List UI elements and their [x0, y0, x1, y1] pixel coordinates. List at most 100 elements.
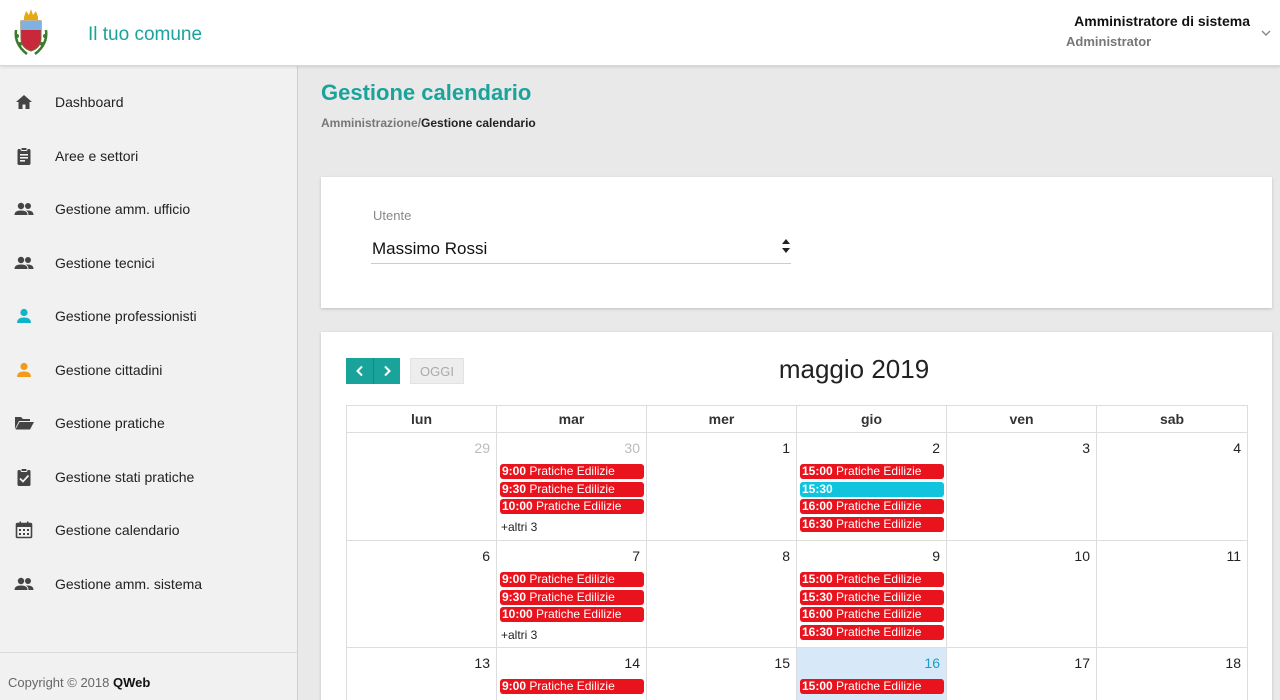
sidebar-footer: Copyright © 2018 QWeb — [0, 652, 297, 700]
day-number[interactable]: 18 — [1225, 655, 1241, 671]
calendar-event[interactable]: 15:00 Pratiche Edilizie — [800, 464, 944, 479]
calendar-event[interactable]: 9:00 Pratiche Edilizie — [500, 464, 644, 479]
calendar-day-cell[interactable]: 2 15:00 Pratiche Edilizie 15:30 16:00 Prat… — [796, 433, 946, 540]
day-number[interactable]: 3 — [1082, 440, 1090, 456]
calendar-month-title: maggio 2019 — [778, 354, 930, 384]
more-events-link[interactable]: +altri 3 — [501, 628, 537, 642]
day-number[interactable]: 1 — [782, 440, 790, 456]
calendar-event[interactable]: 10:00 Pratiche Edilizie — [500, 607, 644, 623]
more-events-link[interactable]: +altri 3 — [501, 520, 537, 534]
event-title: Pratiche Edilizie — [529, 679, 615, 693]
event-time: 15:30 — [802, 589, 833, 604]
weekday-header: mer — [646, 406, 796, 433]
person-icon — [13, 359, 35, 381]
sidebar-item-aree-settori[interactable]: Aree e settori — [0, 129, 297, 183]
page-title: Gestione calendario — [321, 80, 532, 105]
sidebar-item-dashboard[interactable]: Dashboard — [0, 75, 297, 129]
event-title: Pratiche Edilizie — [836, 679, 922, 693]
calendar-event[interactable]: 10:00 Pratiche Edilizie — [500, 499, 644, 515]
copyright-label: Copyright © 2018 — [8, 675, 113, 690]
calendar-event[interactable]: 16:30 Pratiche Edilizie — [800, 625, 944, 641]
calendar-day-cell[interactable]: 29 — [346, 433, 496, 540]
day-number[interactable]: 29 — [474, 440, 490, 456]
calendar-day-cell[interactable]: 10 — [946, 541, 1096, 647]
calendar-day-cell[interactable]: 9 15:00 Pratiche Edilizie 15:30 Pratiche E… — [796, 541, 946, 647]
calendar-day-cell[interactable]: 7 9:00 Pratiche Edilizie 9:30 Pratiche Edi… — [496, 541, 646, 647]
calendar-day-cell-today[interactable]: 16 15:00 Pratiche Edilizie — [796, 648, 946, 700]
calendar-event[interactable]: 15:00 Pratiche Edilizie — [800, 679, 944, 694]
calendar-event[interactable]: 15:00 Pratiche Edilizie — [800, 572, 944, 587]
day-number[interactable]: 30 — [624, 440, 640, 456]
sidebar-item-label: Dashboard — [55, 94, 124, 110]
calendar-event[interactable]: 15:30 — [800, 481, 944, 497]
user-select[interactable]: Massimo Rossi — [371, 231, 791, 264]
calendar-grid: lun mar mer gio ven sab 29 30 9:00 Pratich… — [346, 405, 1248, 700]
day-number[interactable]: 9 — [932, 548, 940, 564]
calendar-day-cell[interactable]: 6 — [346, 541, 496, 647]
calendar-day-cell[interactable]: 30 9:00 Pratiche Edilizie 9:30 Pratiche Ed… — [496, 433, 646, 540]
event-title: Pratiche Edilizie — [536, 607, 622, 622]
sidebar-item-stati-pratiche[interactable]: Gestione stati pratiche — [0, 450, 297, 504]
sidebar-item-label: Aree e settori — [55, 148, 139, 164]
event-time: 16:30 — [802, 625, 833, 640]
calendar-day-cell[interactable]: 13 — [346, 648, 496, 700]
calendar-day-cell[interactable]: 3 — [946, 433, 1096, 540]
calendar-day-cell[interactable]: 8 — [646, 541, 796, 647]
user-role: Administrator — [1066, 34, 1152, 49]
calendar-day-cell[interactable]: 17 — [946, 648, 1096, 700]
day-number[interactable]: 8 — [782, 548, 790, 564]
user-name[interactable]: Amministratore di sistema — [1074, 13, 1250, 29]
people-icon — [13, 198, 35, 220]
calendar-event[interactable]: 16:00 Pratiche Edilizie — [800, 499, 944, 515]
day-number[interactable]: 17 — [1074, 655, 1090, 671]
day-number[interactable]: 14 — [624, 655, 640, 671]
sidebar-item-label: Gestione calendario — [55, 522, 180, 538]
sidebar-item-cittadini[interactable]: Gestione cittadini — [0, 343, 297, 397]
calendar-day-cell[interactable]: 15 — [646, 648, 796, 700]
day-number[interactable]: 15 — [774, 655, 790, 671]
sidebar-item-tecnici[interactable]: Gestione tecnici — [0, 236, 297, 290]
event-time: 16:00 — [802, 607, 833, 622]
event-time: 16:00 — [802, 499, 833, 514]
day-number[interactable]: 4 — [1233, 440, 1241, 456]
sidebar-item-calendario[interactable]: Gestione calendario — [0, 503, 297, 557]
calendar-day-cell[interactable]: 14 9:00 Pratiche Edilizie — [496, 648, 646, 700]
sidebar-item-label: Gestione tecnici — [55, 255, 155, 271]
calendar-event[interactable]: 9:00 Pratiche Edilizie — [500, 572, 644, 587]
calendar-event[interactable]: 15:30 Pratiche Edilizie — [800, 589, 944, 605]
weekday-header: lun — [346, 406, 496, 433]
calendar-event[interactable]: 16:30 Pratiche Edilizie — [800, 517, 944, 533]
day-number[interactable]: 13 — [474, 655, 490, 671]
breadcrumb-parent[interactable]: Amministrazione — [321, 116, 418, 130]
chevron-down-icon[interactable] — [1260, 26, 1272, 38]
event-time: 9:30 — [502, 481, 527, 496]
sidebar-item-pratiche[interactable]: Gestione pratiche — [0, 396, 297, 450]
event-time: 10:00 — [502, 499, 533, 514]
calendar-event[interactable]: 9:00 Pratiche Edilizie — [500, 679, 644, 694]
calendar-day-cell[interactable]: 4 — [1096, 433, 1248, 540]
sidebar-item-amm-ufficio[interactable]: Gestione amm. ufficio — [0, 182, 297, 236]
day-number[interactable]: 7 — [632, 548, 640, 564]
sidebar-item-professionisti[interactable]: Gestione professionisti — [0, 289, 297, 343]
event-time: 9:00 — [502, 464, 527, 478]
calendar-day-cell[interactable]: 18 — [1096, 648, 1248, 700]
event-time: 15:30 — [802, 481, 833, 496]
calendar-event[interactable]: 9:30 Pratiche Edilizie — [500, 589, 644, 605]
sidebar-item-amm-sistema[interactable]: Gestione amm. sistema — [0, 557, 297, 611]
event-time: 16:30 — [802, 517, 833, 532]
day-number[interactable]: 11 — [1226, 548, 1241, 564]
person-icon — [13, 305, 35, 327]
calendar-day-cell[interactable]: 1 — [646, 433, 796, 540]
day-number[interactable]: 10 — [1074, 548, 1090, 564]
folder-open-icon — [13, 412, 35, 434]
day-number[interactable]: 2 — [932, 440, 940, 456]
day-number[interactable]: 16 — [924, 655, 940, 671]
calendar-day-cell[interactable]: 11 — [1096, 541, 1248, 647]
day-number[interactable]: 6 — [482, 548, 490, 564]
event-title: Pratiche Edilizie — [536, 499, 622, 514]
people-icon — [13, 252, 35, 274]
calendar-event[interactable]: 9:30 Pratiche Edilizie — [500, 481, 644, 497]
calendar-event[interactable]: 16:00 Pratiche Edilizie — [800, 607, 944, 623]
municipality-crest-logo — [12, 8, 50, 58]
app-title[interactable]: Il tuo comune — [88, 24, 202, 46]
